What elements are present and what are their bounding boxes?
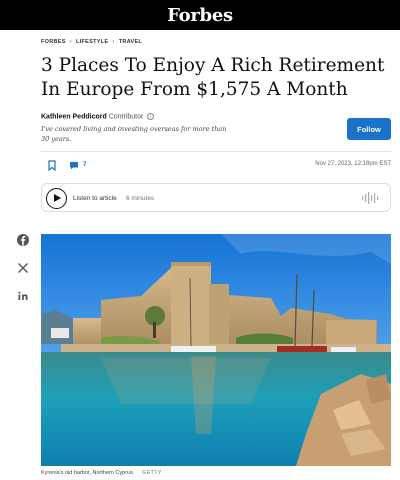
play-icon (54, 194, 61, 202)
facebook-icon[interactable] (16, 233, 30, 247)
caption-credit: GETTY (141, 470, 162, 476)
play-button[interactable] (46, 188, 67, 209)
caption-text: Kyrenia's old harbor, Northern Cyprus. (41, 470, 135, 476)
listen-to-article-player[interactable]: Listen to article 6 minutes (41, 183, 391, 212)
breadcrumb: FORBES › LIFESTYLE › TRAVEL (41, 39, 142, 45)
x-icon[interactable] (16, 261, 30, 275)
hero-image (41, 234, 391, 466)
breadcrumb-item-forbes[interactable]: FORBES (41, 39, 66, 45)
author-bio: I've covered living and investing overse… (41, 125, 227, 143)
publish-date: Nov 27, 2023, 12:18pm EST (315, 161, 391, 167)
breadcrumb-item-lifestyle[interactable]: LIFESTYLE (76, 39, 108, 45)
linkedin-icon[interactable] (16, 289, 30, 303)
follow-button[interactable]: Follow (347, 118, 391, 140)
listen-duration: 6 minutes (126, 195, 155, 202)
image-caption: Kyrenia's old harbor, Northern Cyprus. G… (41, 470, 162, 476)
article-title: 3 Places To Enjoy A Rich Retirement In E… (41, 55, 385, 100)
bookmark-icon[interactable] (47, 160, 57, 171)
author-role: Contributor (108, 113, 144, 121)
audio-wave-icon (362, 192, 379, 204)
chevron-right-icon: › (69, 39, 73, 45)
listen-label: Listen to article (73, 195, 117, 202)
info-icon[interactable]: i (147, 113, 155, 120)
top-bar: Forbes (0, 0, 400, 30)
author-byline: Kathleen Peddicord Contributor i (41, 113, 155, 121)
chevron-right-icon: › (112, 39, 115, 45)
comment-icon[interactable] (69, 161, 79, 170)
forbes-logo[interactable]: Forbes (167, 5, 233, 26)
article-actions: 7 Nov 27, 2023, 12:18pm EST (41, 158, 391, 172)
author-name[interactable]: Kathleen Peddicord (41, 113, 107, 120)
breadcrumb-item-travel[interactable]: TRAVEL (119, 39, 142, 45)
comment-count[interactable]: 7 (83, 161, 87, 168)
divider (41, 151, 391, 152)
